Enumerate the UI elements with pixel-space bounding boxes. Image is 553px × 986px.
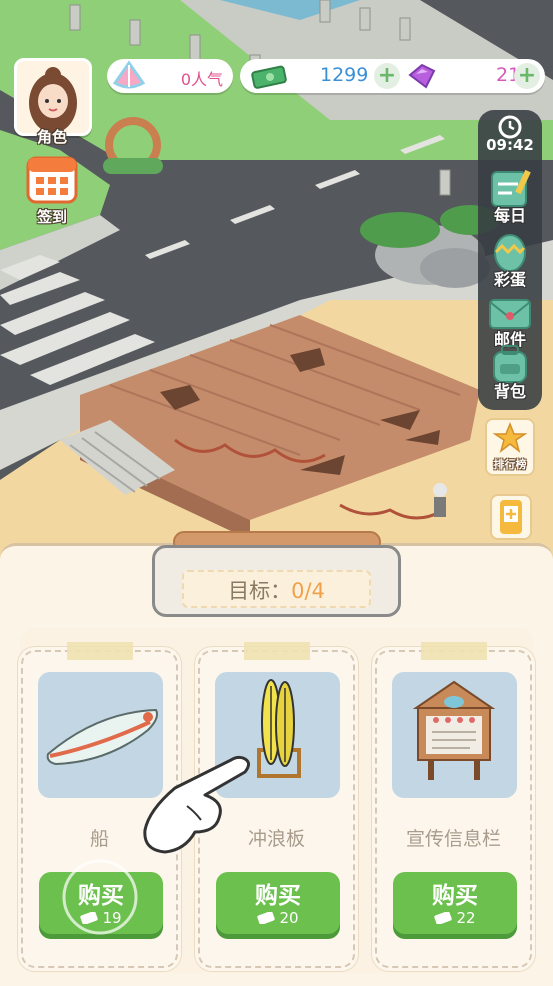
price-value: 22 [456,909,476,927]
add-gem-button[interactable]: + [514,63,540,89]
cash-value: 1299 [320,64,369,86]
side-item-easter-egg[interactable]: 彩蛋 [482,232,538,290]
side-item-daily[interactable]: 每日 [482,168,538,226]
item-card-info-board: 宣传信息栏 购买 22 [375,642,532,968]
tutorial-hand-pointer [143,755,250,854]
side-item-backpack[interactable]: 背包 [482,344,538,402]
cash-icon [434,912,453,924]
cash-icon [257,912,276,924]
tap-ring [62,859,138,935]
add-cash-button[interactable]: + [374,63,400,89]
goal-box: 目标：0/4 [152,545,401,617]
tape-decoration [421,642,487,660]
side-item-label: 背包 [493,382,526,401]
extra-side-button[interactable] [490,494,532,540]
goal-value: 0/4 [291,579,325,603]
goal-text: 目标：0/4 [184,575,369,605]
price-value: 20 [279,909,299,927]
price: 22 [393,909,517,927]
shell-icon [112,60,146,89]
ranking-label: 排行榜 [493,458,527,471]
checkin-label: 签到 [36,208,67,226]
checkin-button[interactable] [26,152,78,204]
gem-icon [408,63,436,89]
buy-button[interactable]: 购买 20 [216,872,340,934]
trophy-icon [492,421,528,453]
info-board-icon [412,680,496,780]
popularity-bar[interactable]: 0人气 [107,59,233,93]
side-item-label: 每日 [493,206,526,225]
clock-time: 09:42 [486,136,534,154]
character-label: 角色 [36,128,67,146]
tape-decoration [244,642,310,660]
calendar-icon [26,156,78,204]
side-item-mail[interactable]: 邮件 [482,292,538,350]
phone-plus-icon [500,500,522,534]
currency-bar: 1299 + 21 + [240,59,545,93]
goal-inner: 目标：0/4 [182,570,371,608]
item-image [392,672,517,798]
buy-label: 购买 [432,883,478,909]
popularity-value: 0人气 [180,70,223,89]
tape-decoration [67,642,133,660]
price: 20 [216,909,340,927]
goal-label: 目标： [228,579,292,603]
item-name: 宣传信息栏 [405,828,501,850]
cash-icon [251,65,287,89]
buy-button[interactable]: 购买 22 [393,872,517,934]
character-avatar[interactable] [14,58,92,136]
ranking-button[interactable]: 排行榜 [485,418,535,476]
side-item-label: 彩蛋 [493,270,526,289]
avatar-portrait [17,61,89,133]
buy-label: 购买 [255,883,301,909]
